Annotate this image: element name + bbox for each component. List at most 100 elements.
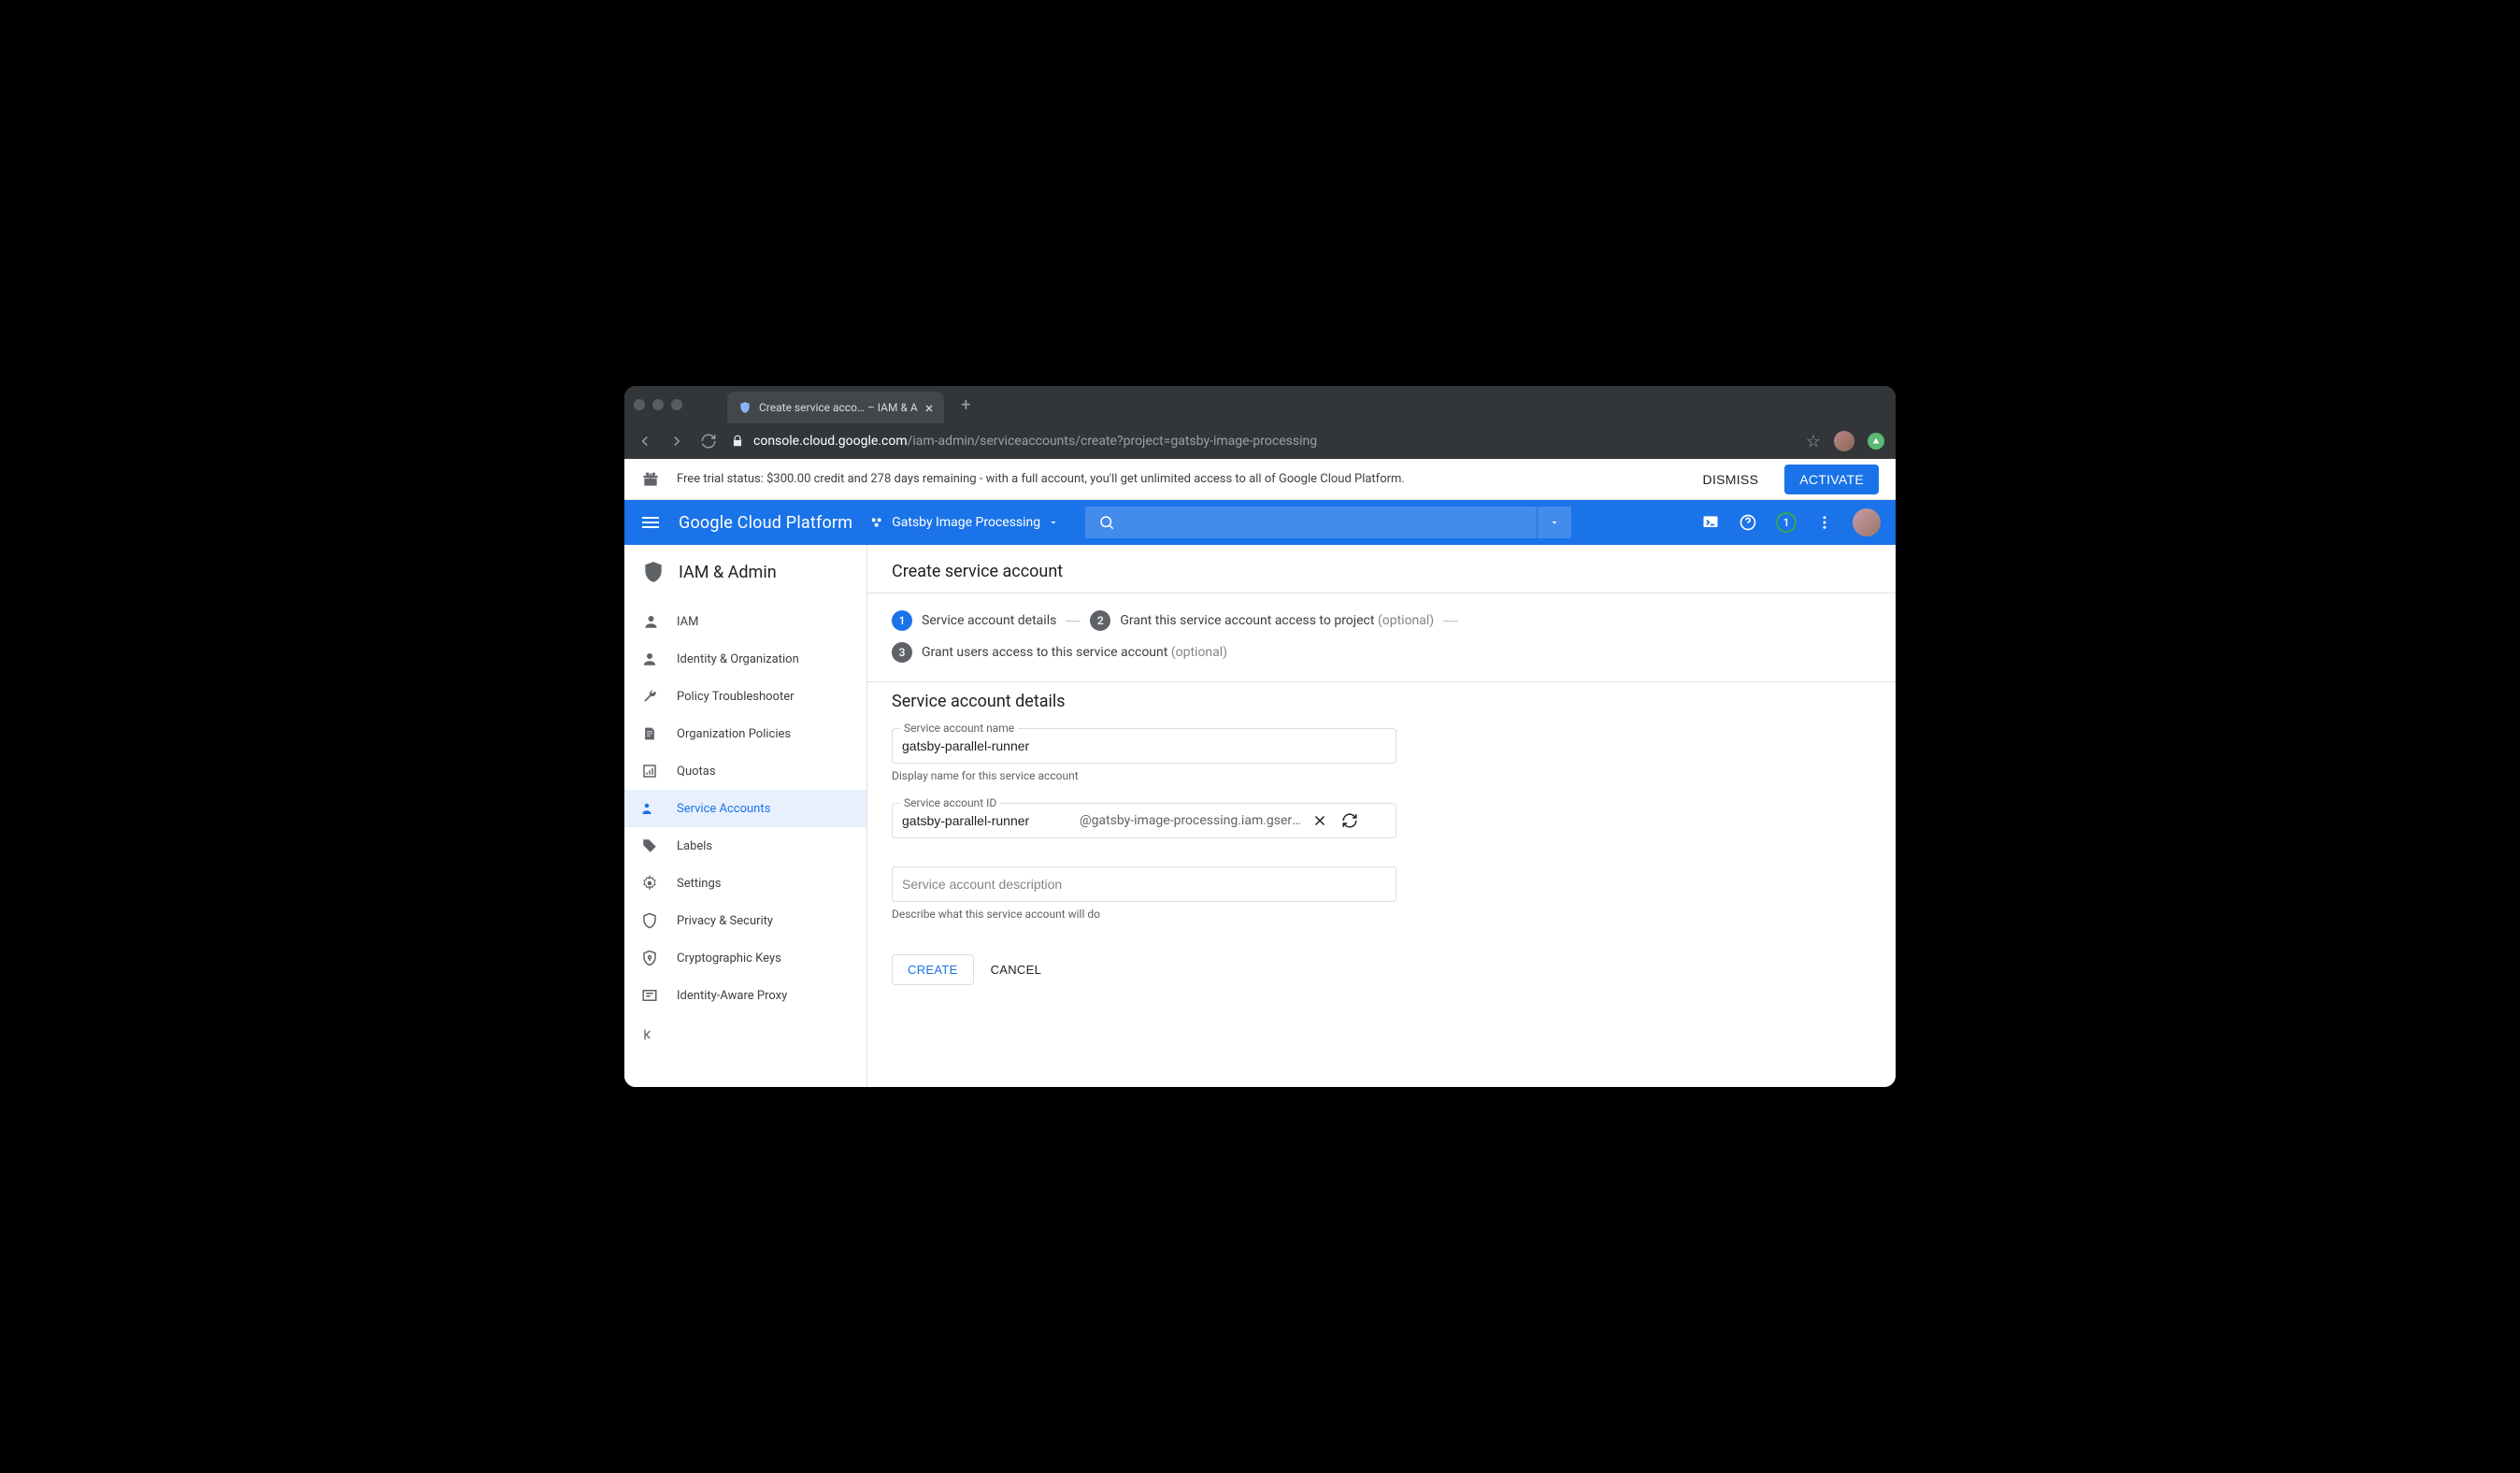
- wrench-icon: [641, 688, 658, 705]
- gcp-logo[interactable]: Google Cloud Platform: [679, 513, 852, 533]
- more-icon[interactable]: [1815, 513, 1834, 532]
- minimize-window-button[interactable]: [652, 399, 664, 410]
- close-tab-icon[interactable]: ×: [925, 399, 934, 417]
- sidebar-item-policy-troubleshooter[interactable]: Policy Troubleshooter: [624, 678, 866, 715]
- section-title: Service account details: [867, 682, 1896, 721]
- maximize-window-button[interactable]: [671, 399, 682, 410]
- service-account-description-input[interactable]: [902, 877, 1386, 892]
- cloud-shell-icon[interactable]: [1701, 513, 1720, 532]
- step-1-label: Service account details: [922, 613, 1056, 628]
- project-picker[interactable]: Gatsby Image Processing: [869, 515, 1059, 530]
- new-tab-button[interactable]: +: [961, 395, 970, 415]
- sidebar-item-service-accounts[interactable]: Service Accounts: [624, 790, 866, 827]
- trial-banner: Free trial status: $300.00 credit and 27…: [624, 459, 1896, 500]
- person-icon: [641, 651, 658, 667]
- sidebar-items: IAM Identity & Organization Policy Troub…: [624, 599, 866, 1014]
- project-name: Gatsby Image Processing: [892, 515, 1040, 530]
- regenerate-id-button[interactable]: [1341, 812, 1358, 829]
- browser-tab[interactable]: Create service acco… – IAM & A ×: [727, 392, 944, 423]
- step-1-badge: 1: [892, 610, 912, 631]
- url-field[interactable]: console.cloud.google.com/iam-admin/servi…: [731, 434, 1793, 449]
- chevron-down-icon: [1048, 517, 1059, 528]
- sidebar-header: IAM & Admin: [624, 545, 866, 599]
- back-button[interactable]: [636, 432, 654, 450]
- sidebar-item-label: Service Accounts: [677, 802, 770, 816]
- stepper-row-2: 3 Grant users access to this service acc…: [867, 631, 1896, 679]
- quota-icon: [641, 763, 658, 779]
- shield-outline-icon: [641, 912, 658, 929]
- sidebar-item-label: Labels: [677, 839, 712, 853]
- help-icon[interactable]: [1739, 513, 1757, 532]
- account-avatar[interactable]: [1853, 508, 1881, 536]
- shield-icon: [641, 560, 666, 584]
- profile-avatar[interactable]: [1834, 431, 1854, 451]
- service-account-description-field: [892, 866, 1396, 902]
- search-wrapper: [1085, 507, 1571, 538]
- clear-id-button[interactable]: [1311, 812, 1328, 829]
- reload-button[interactable]: [699, 432, 718, 450]
- step-2-badge: 2: [1090, 610, 1110, 631]
- step-3-badge: 3: [892, 642, 912, 663]
- extension-badge[interactable]: [1868, 433, 1884, 450]
- iap-icon: [641, 987, 658, 1004]
- form-actions: CREATE CANCEL: [867, 921, 1896, 985]
- step-2-label[interactable]: Grant this service account access to pro…: [1120, 613, 1434, 628]
- sidebar-item-label: Quotas: [677, 765, 716, 779]
- notifications-badge[interactable]: 1: [1776, 512, 1797, 533]
- window-controls: [634, 399, 682, 410]
- sidebar-item-identity[interactable]: Identity & Organization: [624, 640, 866, 678]
- shield-icon: [738, 401, 752, 414]
- sidebar-item-labels[interactable]: Labels: [624, 827, 866, 865]
- field-label: Service account name: [900, 722, 1018, 735]
- dismiss-button[interactable]: DISMISS: [1694, 472, 1768, 487]
- create-button[interactable]: CREATE: [892, 954, 974, 985]
- service-account-name-field: Service account name: [892, 728, 1396, 764]
- main-panel: Create service account 1 Service account…: [867, 545, 1896, 1087]
- lock-icon: [731, 435, 744, 448]
- person-add-icon: [641, 613, 658, 630]
- sidebar-item-label: Identity-Aware Proxy: [677, 989, 787, 1003]
- sidebar-item-privacy-security[interactable]: Privacy & Security: [624, 902, 866, 939]
- sidebar-item-crypto-keys[interactable]: Cryptographic Keys: [624, 939, 866, 977]
- document-icon: [641, 725, 658, 742]
- sidebar-item-iap[interactable]: Identity-Aware Proxy: [624, 977, 866, 1014]
- bookmark-icon[interactable]: ☆: [1806, 432, 1821, 451]
- field-hint: Describe what this service account will …: [892, 908, 1871, 921]
- address-bar: console.cloud.google.com/iam-admin/servi…: [624, 423, 1896, 459]
- url-path: /iam-admin/serviceaccounts/create?projec…: [908, 434, 1317, 449]
- sidebar-item-iam[interactable]: IAM: [624, 603, 866, 640]
- hex-icon: [869, 515, 884, 530]
- activate-button[interactable]: ACTIVATE: [1784, 465, 1879, 494]
- sidebar-title: IAM & Admin: [679, 563, 777, 582]
- gift-icon: [641, 470, 660, 489]
- sidebar-item-org-policies[interactable]: Organization Policies: [624, 715, 866, 752]
- page-title: Create service account: [867, 545, 1896, 591]
- service-account-id-input[interactable]: [902, 813, 1080, 828]
- search-bar[interactable]: [1085, 507, 1537, 538]
- sidebar-item-quotas[interactable]: Quotas: [624, 752, 866, 790]
- sidebar-item-settings[interactable]: Settings: [624, 865, 866, 902]
- chevron-left-icon: [641, 1027, 656, 1042]
- stepper-row-1: 1 Service account details 2 Grant this s…: [867, 593, 1896, 631]
- sidebar-item-label: IAM: [677, 615, 698, 629]
- search-icon: [1098, 514, 1115, 531]
- url-host: console.cloud.google.com: [753, 434, 908, 449]
- page-content: Free trial status: $300.00 credit and 27…: [624, 459, 1896, 1087]
- cancel-button[interactable]: CANCEL: [991, 963, 1042, 977]
- service-account-id-field: Service account ID @gatsby-image-process…: [892, 803, 1396, 838]
- tag-icon: [641, 837, 658, 854]
- collapse-sidebar-button[interactable]: [624, 1014, 866, 1055]
- tab-strip: Create service acco… – IAM & A × +: [624, 386, 1896, 423]
- close-window-button[interactable]: [634, 399, 645, 410]
- field-hint: Display name for this service account: [892, 769, 1871, 782]
- search-dropdown[interactable]: [1538, 507, 1571, 538]
- field-label: Service account ID: [900, 796, 1000, 809]
- hamburger-icon[interactable]: [639, 511, 662, 534]
- id-suffix: @gatsby-image-processing.iam.gservicea: [1080, 813, 1304, 828]
- trial-text: Free trial status: $300.00 credit and 27…: [677, 472, 1677, 486]
- sidebar-item-label: Identity & Organization: [677, 652, 799, 666]
- sidebar-item-label: Privacy & Security: [677, 914, 773, 928]
- forward-button[interactable]: [667, 432, 686, 450]
- step-3-label[interactable]: Grant users access to this service accou…: [922, 645, 1227, 660]
- service-account-name-input[interactable]: [902, 738, 1386, 753]
